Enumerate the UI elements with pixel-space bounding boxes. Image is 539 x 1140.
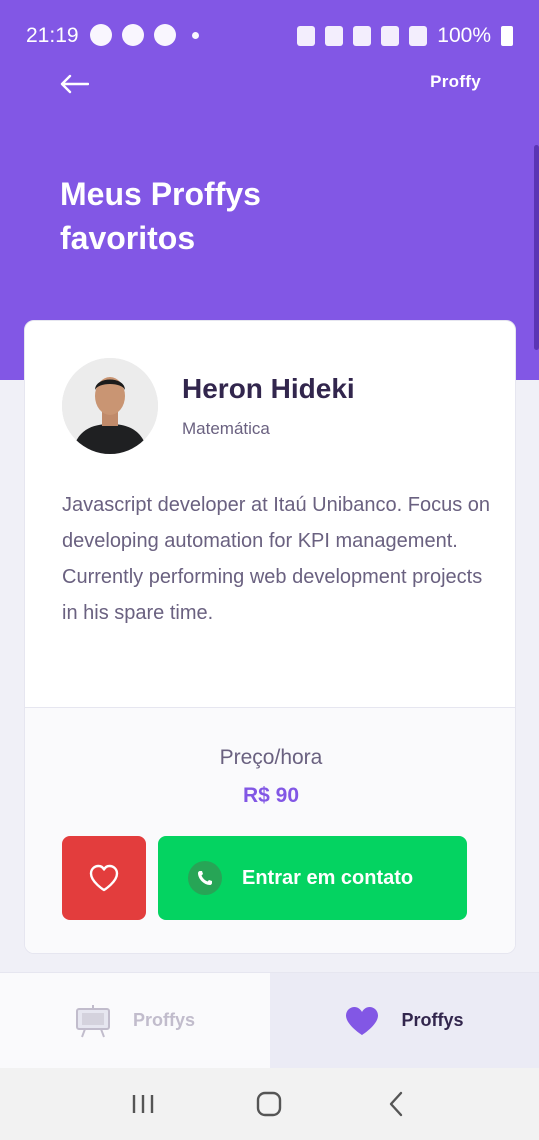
status-time: 21:19 — [26, 24, 79, 47]
4g-icon — [381, 26, 400, 46]
chevron-left-icon — [389, 1091, 403, 1117]
status-right: 100% — [297, 24, 513, 48]
price-value: R$ 90 — [242, 784, 300, 807]
back-nav-button[interactable] — [376, 1084, 416, 1124]
app-icon — [90, 24, 112, 46]
tab-favorites[interactable]: Proffys — [270, 973, 539, 1068]
teacher-name: Heron Hideki — [182, 373, 355, 404]
signal-icon — [409, 26, 428, 46]
contact-button[interactable]: Entrar em contato — [158, 836, 467, 920]
mute-icon — [353, 26, 372, 46]
price-label: Preço/hora — [219, 746, 323, 769]
battery-icon — [501, 26, 513, 46]
phone-icon — [198, 871, 212, 885]
bluetooth-icon — [325, 26, 344, 46]
tab-proffys[interactable]: Proffys — [0, 973, 270, 1068]
home-icon — [257, 1091, 282, 1117]
proffy-logo: Proffy — [430, 72, 481, 91]
status-bar: 21:19 100% — [0, 0, 539, 70]
contact-button-label: Entrar em contato — [242, 866, 414, 889]
recents-button[interactable] — [123, 1084, 163, 1124]
easel-icon — [75, 1004, 110, 1037]
notification-dot-icon — [192, 31, 199, 39]
recents-icon — [132, 1095, 154, 1113]
status-left-icons — [90, 24, 199, 46]
home-button[interactable] — [249, 1084, 289, 1124]
tab-proffys-label: Proffys — [132, 1010, 195, 1030]
android-nav-bar — [0, 1068, 539, 1140]
whatsapp-icon — [188, 861, 222, 895]
avatar — [62, 358, 158, 454]
heart-icon — [346, 1006, 379, 1035]
scroll-indicator — [534, 145, 539, 350]
page-title: Meus Proffys favoritos — [60, 172, 360, 260]
page-title-line1: Meus Proffys — [60, 176, 261, 212]
arrow-left-icon — [60, 74, 89, 94]
tab-bar: Proffys Proffys — [0, 972, 539, 1068]
alarm-icon — [297, 26, 316, 46]
tab-favorites-label: Proffys — [401, 1010, 464, 1030]
heart-outline-icon — [89, 864, 119, 892]
avatar-image — [62, 358, 158, 454]
card-footer: Preço/hora R$ 90 Entrar em contato — [25, 707, 515, 953]
teacher-bio: Javascript developer at Itaú Unibanco. F… — [62, 494, 491, 624]
page-title-line2: favoritos — [60, 220, 196, 256]
teacher-card: Heron Hideki Matemática Javascript devel… — [24, 320, 516, 954]
favorite-button[interactable] — [62, 836, 146, 920]
app-icon — [122, 24, 144, 46]
teacher-subject: Matemática — [182, 419, 270, 438]
app-icon — [154, 24, 176, 46]
back-button[interactable] — [56, 66, 92, 102]
battery-percent: 100% — [437, 24, 491, 47]
